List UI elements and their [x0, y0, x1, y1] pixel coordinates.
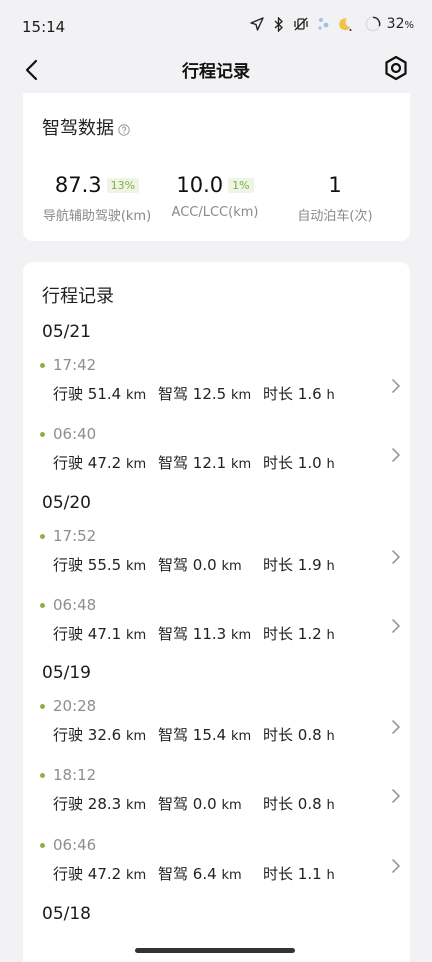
trip-duration: 时长 1.1 h — [263, 865, 335, 883]
stat-percent-badge: 13% — [106, 177, 140, 193]
trip-date-header: 05/18 — [42, 904, 91, 924]
stat-value: 87.3 — [54, 173, 102, 197]
settings-button[interactable] — [382, 54, 410, 82]
chevron-right-icon — [392, 859, 400, 873]
smart-distance: 智驾 12.5 km — [158, 385, 252, 403]
trip-row[interactable]: 17:52 行驶 55.5 km 智驾 0.0 km 时长 1.9 h — [40, 525, 400, 587]
trip-dot — [40, 603, 45, 608]
stat-label: ACC/LCC(km) — [171, 205, 259, 220]
trip-start-time: 18:12 — [53, 766, 97, 784]
trip-row[interactable]: 06:46 行驶 47.2 km 智驾 6.4 km 时长 1.1 h — [40, 834, 400, 896]
drive-distance: 行驶 51.4 km — [53, 385, 147, 403]
trip-start-time: 06:48 — [53, 596, 97, 614]
trip-dot — [40, 432, 45, 437]
trip-list-title: 行程记录 — [42, 286, 114, 307]
smart-driving-summary-card: 智驾数据 87.3 13% 导航辅助驾驶(km) 10.0 1% ACC/LCC… — [23, 93, 410, 241]
smart-distance: 智驾 0.0 km — [158, 556, 242, 574]
stat-nav-assist: 87.3 13% 导航辅助驾驶(km) — [37, 171, 157, 224]
trip-start-time: 06:46 — [53, 836, 97, 854]
trip-dot — [40, 534, 45, 539]
hexagon-settings-icon — [385, 55, 407, 81]
trip-duration: 时长 0.8 h — [263, 726, 335, 744]
trip-duration: 时长 1.2 h — [263, 625, 335, 643]
vibrate-off-icon — [293, 16, 309, 32]
status-bar: 15:14 32% — [0, 0, 432, 52]
trip-row[interactable]: 06:48 行驶 47.1 km 智驾 11.3 km 时长 1.2 h — [40, 594, 400, 656]
trip-dot — [40, 363, 45, 368]
trip-start-time: 20:28 — [53, 697, 97, 715]
drive-distance: 行驶 28.3 km — [53, 795, 147, 813]
trip-row[interactable]: 18:12 行驶 28.3 km 智驾 0.0 km 时长 0.8 h — [40, 764, 400, 826]
home-indicator[interactable] — [135, 948, 295, 953]
stat-auto-parking: 1 自动泊车(次) — [285, 171, 385, 224]
chevron-right-icon — [392, 550, 400, 564]
stat-label: 自动泊车(次) — [297, 209, 373, 224]
status-time: 15:14 — [22, 18, 66, 36]
nav-bar: 行程记录 — [0, 52, 432, 88]
weather-icon — [315, 16, 331, 32]
stat-percent-badge: 1% — [228, 177, 254, 193]
trip-dot — [40, 773, 45, 778]
smart-distance: 智驾 0.0 km — [158, 795, 242, 813]
stat-value: 10.0 — [176, 173, 224, 197]
battery-level: 32% — [386, 16, 414, 32]
summary-title: 智驾数据 — [42, 118, 114, 139]
trip-date-header: 05/20 — [42, 493, 91, 513]
trip-start-time: 17:42 — [53, 356, 97, 374]
drive-distance: 行驶 47.1 km — [53, 625, 147, 643]
stat-value: 1 — [328, 173, 342, 197]
drive-distance: 行驶 47.2 km — [53, 454, 147, 472]
trip-start-time: 06:40 — [53, 425, 97, 443]
trip-duration: 时长 0.8 h — [263, 795, 335, 813]
smart-distance: 智驾 11.3 km — [158, 625, 252, 643]
trip-duration: 时长 1.0 h — [263, 454, 335, 472]
question-circle-icon[interactable] — [118, 121, 130, 136]
status-icons: 32% — [249, 16, 414, 32]
trip-duration: 时长 1.6 h — [263, 385, 335, 403]
drive-distance: 行驶 32.6 km — [53, 726, 147, 744]
battery-ring-icon — [365, 16, 381, 32]
chevron-right-icon — [392, 379, 400, 393]
location-arrow-icon — [249, 16, 265, 32]
trip-dot — [40, 704, 45, 709]
smart-distance: 智驾 12.1 km — [158, 454, 252, 472]
trip-start-time: 17:52 — [53, 527, 97, 545]
trip-records-card: 行程记录 05/21 17:42 行驶 51.4 km 智驾 12.5 km 时长 1.… — [23, 262, 410, 962]
page-title: 行程记录 — [182, 62, 250, 82]
drive-distance: 行驶 47.2 km — [53, 865, 147, 883]
stat-acc-lcc: 10.0 1% ACC/LCC(km) — [165, 171, 265, 220]
trip-row[interactable]: 06:40 行驶 47.2 km 智驾 12.1 km 时长 1.0 h — [40, 423, 400, 485]
trip-row[interactable]: 20:28 行驶 32.6 km 智驾 15.4 km 时长 0.8 h — [40, 695, 400, 757]
chevron-right-icon — [392, 448, 400, 462]
trip-dot — [40, 843, 45, 848]
chevron-right-icon — [392, 619, 400, 633]
smart-distance: 智驾 15.4 km — [158, 726, 252, 744]
drive-distance: 行驶 55.5 km — [53, 556, 147, 574]
trip-row[interactable]: 17:42 行驶 51.4 km 智驾 12.5 km 时长 1.6 h — [40, 354, 400, 416]
chevron-right-icon — [392, 720, 400, 734]
trip-duration: 时长 1.9 h — [263, 556, 335, 574]
bluetooth-icon — [271, 16, 287, 32]
chevron-right-icon — [392, 789, 400, 803]
moon-icon — [337, 16, 353, 32]
stat-label: 导航辅助驾驶(km) — [42, 209, 152, 224]
smart-distance: 智驾 6.4 km — [158, 865, 242, 883]
trip-date-header: 05/19 — [42, 663, 91, 683]
trip-date-header: 05/21 — [42, 322, 91, 342]
